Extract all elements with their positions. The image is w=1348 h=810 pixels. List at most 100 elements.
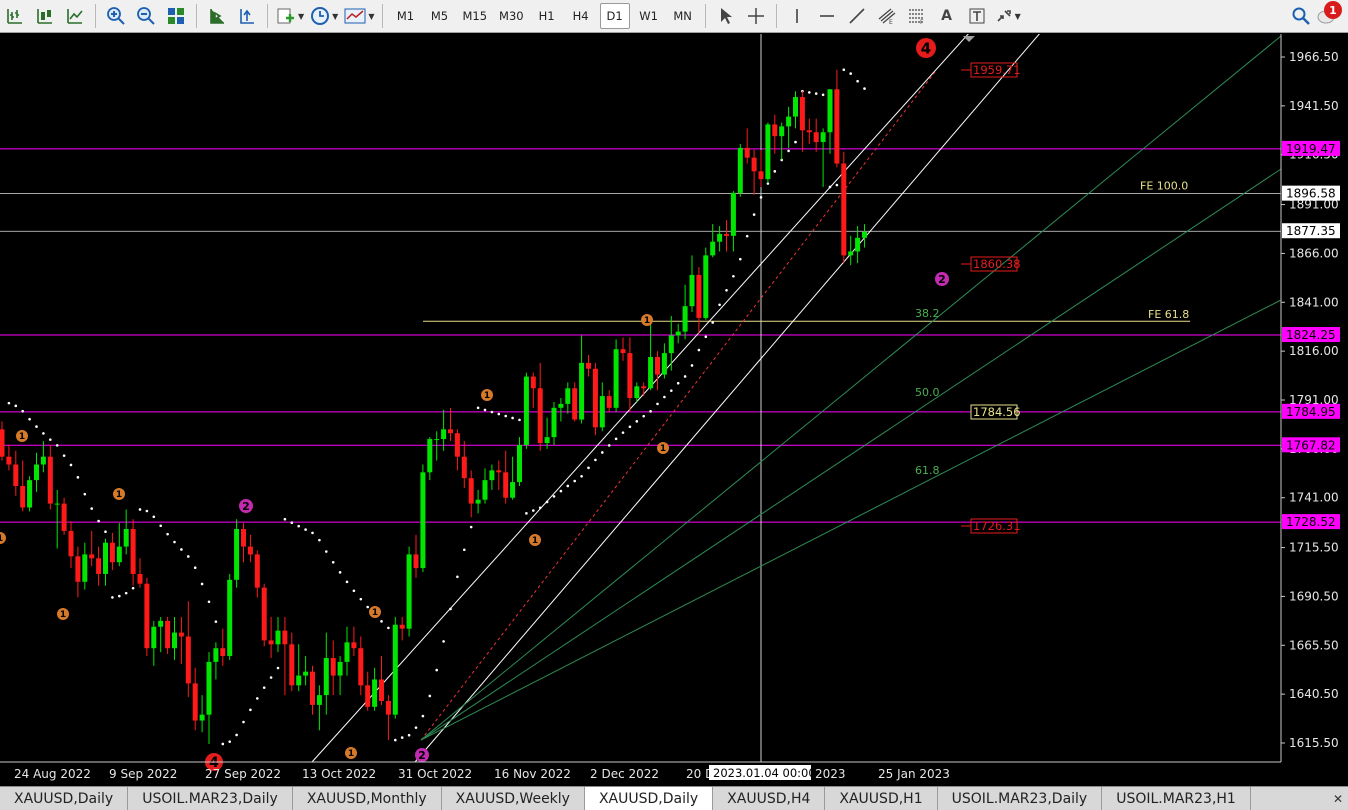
- horizontal-line-button[interactable]: [814, 3, 840, 29]
- psar-dot: [118, 594, 121, 598]
- trendline-button[interactable]: [844, 3, 870, 29]
- psar-dot: [35, 425, 38, 428]
- candle-body: [827, 89, 833, 133]
- close-icon[interactable]: ✕: [1328, 787, 1348, 810]
- psar-dot: [504, 414, 508, 418]
- cursor-button[interactable]: [713, 3, 739, 29]
- time-axis-label: 24 Aug 2022: [14, 767, 91, 781]
- time-axis-label: 16 Nov 2022: [494, 767, 571, 781]
- text-label-button[interactable]: [964, 3, 990, 29]
- psar-dot: [828, 185, 832, 189]
- timeframe-h1[interactable]: H1: [532, 3, 562, 29]
- chart-tab[interactable]: XAUUSD,H4: [713, 787, 826, 810]
- timeframe-w1[interactable]: W1: [634, 3, 664, 29]
- periodicity-button[interactable]: ▼: [309, 3, 339, 29]
- psar-dot: [311, 531, 314, 535]
- chart-tab[interactable]: XAUUSD,Monthly: [293, 787, 442, 810]
- timeframe-m1[interactable]: M1: [390, 3, 420, 29]
- candle-body: [206, 661, 212, 715]
- search-button[interactable]: [1288, 3, 1314, 29]
- bar-chart-button[interactable]: [2, 3, 28, 29]
- toolbar-separator: [196, 4, 197, 28]
- psar-dot: [49, 438, 52, 441]
- wave-2-label: 2: [242, 500, 250, 513]
- indicators-button[interactable]: ▼: [275, 3, 305, 29]
- candle-body: [551, 407, 557, 438]
- candle-body: [192, 683, 198, 721]
- candle-body: [158, 620, 164, 627]
- vertical-line-button[interactable]: [784, 3, 810, 29]
- line-chart-button[interactable]: [62, 3, 88, 29]
- psar-dot: [387, 626, 390, 630]
- psar-dot: [732, 274, 735, 278]
- fibo-fan-line: [420, 299, 1282, 741]
- timeframe-mn[interactable]: MN: [668, 3, 698, 29]
- psar-dot: [670, 389, 673, 392]
- fibonacci-button[interactable]: F: [904, 3, 930, 29]
- swing-high-label: 1959.71: [973, 63, 1021, 77]
- candle-body: [296, 675, 302, 686]
- candle-body: [758, 171, 764, 180]
- crosshair-button[interactable]: [743, 3, 769, 29]
- text-button[interactable]: A: [934, 3, 960, 29]
- candle-body: [537, 388, 543, 443]
- price-level-label: 1896.58: [1286, 187, 1336, 201]
- zoom-in-button[interactable]: [103, 3, 129, 29]
- notifications-button[interactable]: 1: [1316, 1, 1342, 28]
- fibo-fan-line: [420, 35, 1282, 741]
- candle-body: [523, 376, 529, 445]
- candle-body: [109, 542, 115, 563]
- timeframe-d1[interactable]: D1: [599, 3, 630, 29]
- candle-body: [599, 396, 605, 428]
- arrows-button[interactable]: ▼: [994, 3, 1022, 29]
- candle-body: [461, 456, 467, 479]
- svg-text:E: E: [889, 19, 893, 25]
- psar-dot: [649, 410, 652, 413]
- chart-shift-button[interactable]: [234, 3, 260, 29]
- chevron-down-icon: ▼: [332, 11, 339, 21]
- chart-tab[interactable]: XAUUSD,H1: [825, 787, 938, 810]
- psar-dot: [407, 733, 411, 737]
- psar-dot: [414, 726, 418, 729]
- autoscroll-button[interactable]: [204, 3, 230, 29]
- chart-tab[interactable]: USOIL.MAR23,H1: [1102, 787, 1251, 810]
- candlestick-button[interactable]: [32, 3, 58, 29]
- chart-canvas[interactable]: 442221111111111 FE 61.8FE 100.038.250.06…: [0, 34, 1348, 786]
- cursor-arrow-icon: [720, 8, 732, 24]
- zoom-out-button[interactable]: [133, 3, 159, 29]
- psar-dot: [214, 620, 218, 623]
- chart-tab[interactable]: USOIL.MAR23,Daily: [128, 787, 293, 810]
- timeframe-m15[interactable]: M15: [458, 3, 491, 29]
- tile-windows-button[interactable]: [163, 3, 189, 29]
- candlestick-icon: [37, 9, 52, 24]
- chart-tab-active[interactable]: XAUUSD,Daily: [584, 787, 714, 810]
- wave-2-label: 2: [418, 749, 426, 762]
- timeframe-m5[interactable]: M5: [424, 3, 454, 29]
- candle-body: [503, 472, 509, 498]
- psar-dot: [808, 91, 811, 94]
- wave-1-label: 1: [116, 490, 122, 500]
- psar-dot: [180, 548, 183, 551]
- candle-body: [130, 528, 136, 574]
- candle-body: [620, 349, 626, 354]
- candle-body: [434, 439, 440, 441]
- chart-tab[interactable]: XAUUSD,Daily: [0, 787, 129, 810]
- psar-dot: [642, 414, 645, 418]
- equidistant-channel-button[interactable]: E: [874, 3, 900, 29]
- psar-dot: [573, 479, 576, 483]
- candle-body: [668, 335, 674, 354]
- price-chart[interactable]: 442221111111111 FE 61.8FE 100.038.250.06…: [0, 34, 1348, 786]
- psar-dot: [787, 149, 790, 153]
- psar-dot: [511, 416, 514, 420]
- timeframe-h4[interactable]: H4: [566, 3, 596, 29]
- time-axis-label: 25 Jan 2023: [878, 767, 950, 781]
- chart-tab[interactable]: USOIL.MAR23,Daily: [938, 787, 1103, 810]
- chart-tab[interactable]: XAUUSD,Weekly: [442, 787, 585, 810]
- candle-body: [282, 630, 288, 645]
- psar-dot: [469, 525, 473, 529]
- templates-button[interactable]: ▼: [343, 3, 375, 29]
- psar-dot: [304, 528, 307, 531]
- time-axis-label: 13 Oct 2022: [302, 767, 376, 781]
- timeframe-m30[interactable]: M30: [495, 3, 528, 29]
- psar-dot: [21, 409, 25, 413]
